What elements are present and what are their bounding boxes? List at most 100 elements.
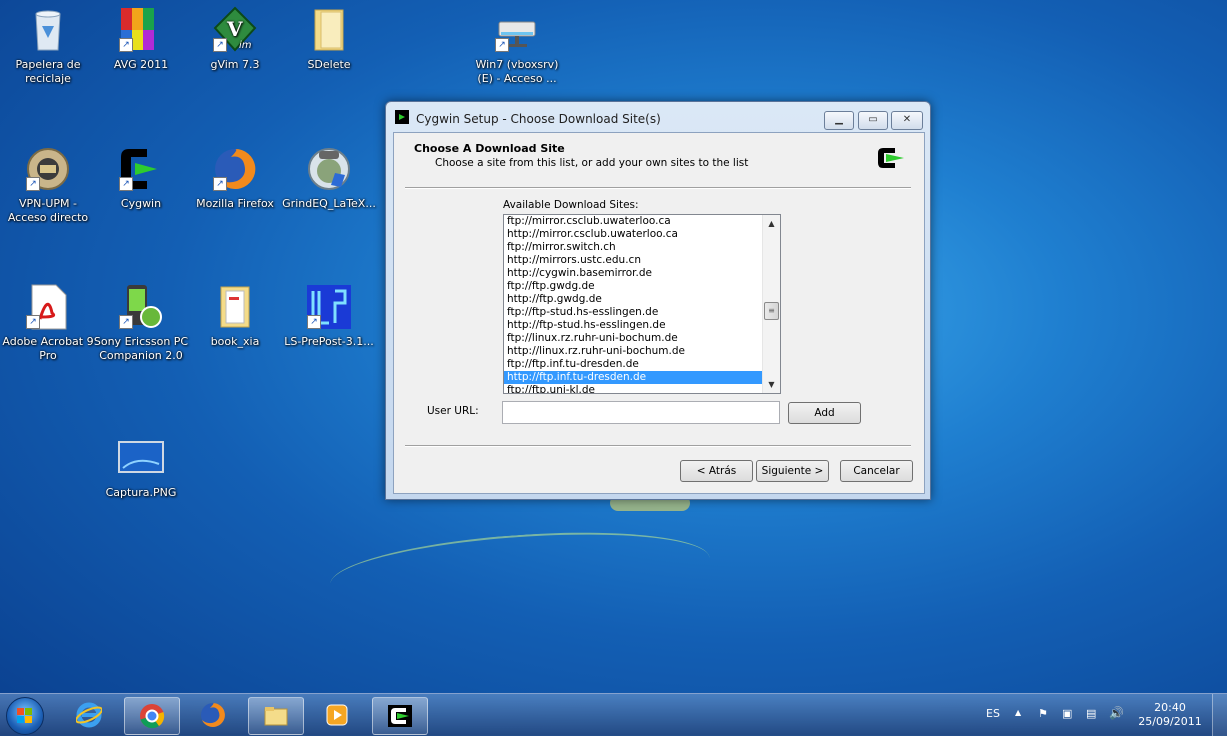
desktop-icon-sony-ericsson[interactable]: ↗ Sony Ericsson PC Companion 2.0 <box>93 283 189 363</box>
cancel-button[interactable]: Cancelar <box>840 460 913 482</box>
clock-time: 20:40 <box>1154 701 1186 714</box>
recycle-bin-icon <box>24 6 72 54</box>
desktop-icon-firefox[interactable]: ↗ Mozilla Firefox <box>187 145 283 211</box>
next-button[interactable]: Siguiente > <box>756 460 829 482</box>
desktop-icon-cygwin[interactable]: ↗ Cygwin <box>93 145 189 211</box>
list-item[interactable]: http://cygwin.basemirror.de <box>504 267 762 280</box>
shortcut-arrow-icon: ↗ <box>119 38 133 52</box>
folder-icon <box>264 707 288 726</box>
folder-icon <box>211 283 259 331</box>
shortcut-arrow-icon: ↗ <box>119 177 133 191</box>
taskbar-windows-explorer[interactable] <box>248 697 304 735</box>
language-indicator[interactable]: ES <box>986 707 1000 720</box>
list-item[interactable]: ftp://ftp.inf.tu-dresden.de <box>504 358 762 371</box>
image-file-icon <box>117 434 165 482</box>
taskbar-cygwin-setup[interactable] <box>372 697 428 735</box>
sites-items: ftp://mirror.csclub.uwaterloo.ca http://m… <box>504 215 762 393</box>
header-separator <box>405 187 911 189</box>
maximize-button[interactable]: ▭ <box>858 111 888 130</box>
phone-icon: ↗ <box>117 283 165 331</box>
desktop-icon-label: VPN-UPM - Acceso directo <box>7 197 89 224</box>
vim-icon: Vim ↗ <box>211 6 259 54</box>
system-clock[interactable]: 20:40 25/09/2011 <box>1130 701 1210 729</box>
list-scrollbar[interactable]: ▲ ≡ ▼ <box>762 215 780 393</box>
network-icon[interactable]: ▤ <box>1086 707 1096 720</box>
list-item[interactable]: http://mirrors.ustc.edu.cn <box>504 254 762 267</box>
cygwin-logo-icon <box>878 148 904 168</box>
list-item[interactable]: http://ftp.inf.tu-dresden.de <box>504 371 762 384</box>
desktop-icon-label: SDelete <box>307 58 351 71</box>
list-item[interactable]: http://mirror.csclub.uwaterloo.ca <box>504 228 762 241</box>
avg-icon: ↗ <box>117 6 165 54</box>
taskbar-media-player[interactable] <box>310 697 364 733</box>
desktop-icon-adobe-acrobat[interactable]: ↗ Adobe Acrobat 9 Pro <box>0 283 96 363</box>
media-player-icon <box>326 704 348 726</box>
back-button[interactable]: < Atrás <box>680 460 753 482</box>
start-button[interactable] <box>6 697 44 735</box>
wallpaper-swirl <box>327 521 713 621</box>
desktop-icon-label: Cygwin <box>120 197 162 210</box>
list-item[interactable]: ftp://ftp.gwdg.de <box>504 280 762 293</box>
shortcut-arrow-icon: ↗ <box>119 315 133 329</box>
list-item[interactable]: ftp://linux.rz.ruhr-uni-bochum.de <box>504 332 762 345</box>
desktop-icon-avg[interactable]: ↗ AVG 2011 <box>93 6 189 72</box>
scroll-thumb[interactable]: ≡ <box>764 302 779 320</box>
taskbar-internet-explorer[interactable] <box>62 697 116 733</box>
window-title: Cygwin Setup - Choose Download Site(s) <box>416 112 661 126</box>
list-item[interactable]: http://ftp-stud.hs-esslingen.de <box>504 319 762 332</box>
desktop-icon-label: book_xia <box>210 335 260 348</box>
grindeq-icon <box>305 145 353 193</box>
taskbar: ES ▲ ⚑ ▣ ▤ 🔊 20:40 25/09/2011 <box>0 693 1227 736</box>
taskbar-firefox[interactable] <box>186 697 240 733</box>
list-item[interactable]: http://ftp.gwdg.de <box>504 293 762 306</box>
desktop-icon-gvim[interactable]: Vim ↗ gVim 7.3 <box>187 6 283 72</box>
list-item[interactable]: ftp://ftp-stud.hs-esslingen.de <box>504 306 762 319</box>
close-button[interactable]: ✕ <box>891 111 923 130</box>
show-desktop-button[interactable] <box>1212 694 1227 736</box>
list-item[interactable]: ftp://ftp.uni-kl.de <box>504 384 762 393</box>
desktop-icon-book-xia[interactable]: book_xia <box>187 283 283 349</box>
add-button[interactable]: Add <box>788 402 861 424</box>
maximize-icon: ▭ <box>868 114 878 125</box>
desktop-icon-label: Mozilla Firefox <box>196 197 274 210</box>
desktop-icon-grindeq[interactable]: GrindEQ_LaTeX... <box>281 145 377 211</box>
wizard-content: Choose A Download Site Choose a site fro… <box>393 132 925 494</box>
desktop-icon-label: Sony Ericsson PC Companion 2.0 <box>93 335 189 362</box>
list-item[interactable]: http://linux.rz.ruhr-uni-bochum.de <box>504 345 762 358</box>
desktop-icon-label: Adobe Acrobat 9 Pro <box>2 335 94 362</box>
desktop-icon-label: Win7 (vboxsrv) (E) - Acceso ... <box>475 58 559 85</box>
device-icon[interactable]: ▣ <box>1062 707 1072 720</box>
taskbar-chrome[interactable] <box>124 697 180 735</box>
desktop-icon-sdelete[interactable]: SDelete <box>281 6 377 72</box>
list-item[interactable]: ftp://mirror.switch.ch <box>504 241 762 254</box>
volume-icon[interactable]: 🔊 <box>1109 706 1124 720</box>
desktop-icon-captura[interactable]: Captura.PNG <box>93 434 189 500</box>
desktop-icon-recycle-bin[interactable]: Papelera de reciclaje <box>0 6 96 86</box>
desktop-icon-label: Captura.PNG <box>105 486 177 499</box>
shortcut-arrow-icon: ↗ <box>213 38 227 52</box>
svg-text:im: im <box>239 40 252 51</box>
shortcut-arrow-icon: ↗ <box>213 177 227 191</box>
desktop-icon-ls-prepost[interactable]: ↗ LS-PrePost-3.1... <box>281 283 377 349</box>
desktop-icon-win7-share[interactable]: ↗ Win7 (vboxsrv) (E) - Acceso ... <box>469 6 565 86</box>
desktop-icon-label: gVim 7.3 <box>210 58 260 71</box>
minimize-button[interactable]: ▁ <box>824 111 854 130</box>
download-sites-list[interactable]: ftp://mirror.csclub.uwaterloo.ca http://m… <box>503 214 781 394</box>
show-hidden-icons-icon[interactable]: ▲ <box>1015 708 1021 717</box>
svg-text:V: V <box>226 17 243 41</box>
ls-prepost-icon: ↗ <box>305 283 353 331</box>
internet-explorer-icon <box>76 702 102 728</box>
firefox-icon <box>201 703 225 727</box>
scroll-down-arrow-icon[interactable]: ▼ <box>763 376 780 393</box>
scroll-up-arrow-icon[interactable]: ▲ <box>763 215 780 232</box>
user-url-input[interactable] <box>502 401 780 424</box>
windows-logo-icon <box>17 708 33 724</box>
desktop-icon-label: AVG 2011 <box>113 58 169 71</box>
list-item[interactable]: ftp://mirror.csclub.uwaterloo.ca <box>504 215 762 228</box>
window-titlebar[interactable]: Cygwin Setup - Choose Download Site(s) ▁… <box>386 102 930 132</box>
clock-date: 25/09/2011 <box>1138 715 1202 728</box>
action-center-flag-icon[interactable]: ⚑ <box>1038 707 1048 720</box>
desktop-icon-vpn-upm[interactable]: ↗ VPN-UPM - Acceso directo <box>0 145 96 225</box>
firefox-icon: ↗ <box>211 145 259 193</box>
folder-icon <box>305 6 353 54</box>
